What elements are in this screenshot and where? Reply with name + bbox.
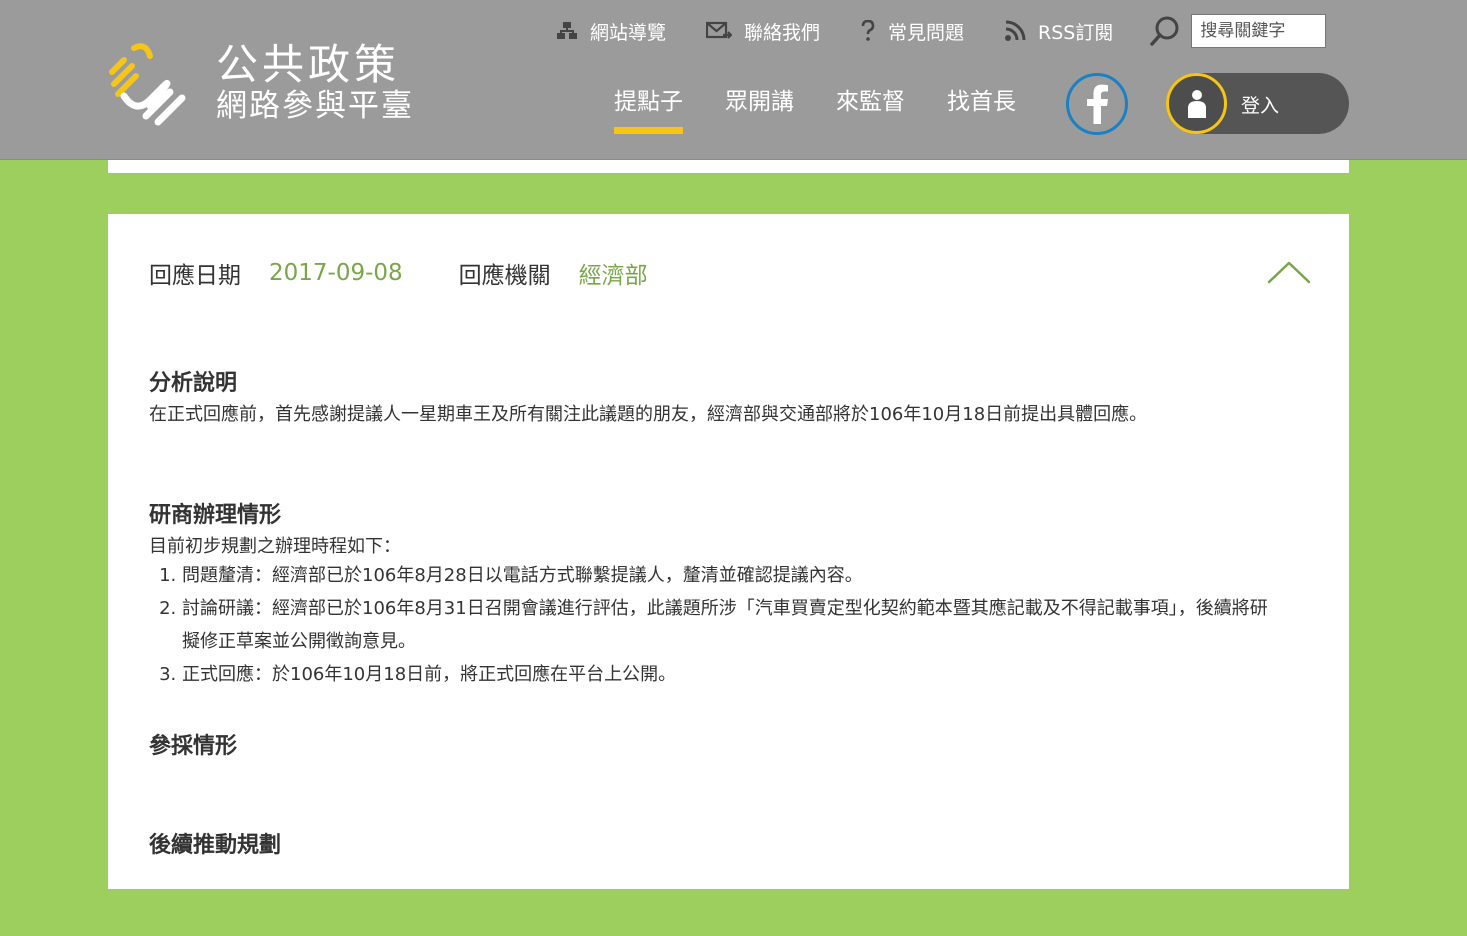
- search-input[interactable]: [1191, 14, 1327, 48]
- facebook-icon: [1087, 84, 1108, 124]
- util-sitemap-label: 網站導覽: [590, 21, 667, 44]
- chevron-up-icon[interactable]: [1266, 258, 1312, 286]
- analysis-title: 分析說明: [149, 371, 238, 396]
- util-rss-label: RSS訂閱: [1038, 21, 1114, 44]
- mail-icon: [706, 21, 733, 39]
- facebook-button[interactable]: [1066, 73, 1128, 135]
- response-card: 回應日期 2017-09-08 回應機關 經濟部 分析說明 在正式回應前，首先感…: [108, 214, 1349, 889]
- response-date-label: 回應日期: [149, 263, 241, 289]
- util-rss-link[interactable]: RSS訂閱: [1004, 18, 1113, 45]
- logo-subtitle: 網路參與平臺: [216, 88, 414, 124]
- logo-mark-icon: [109, 43, 186, 126]
- search-icon[interactable]: [1149, 15, 1181, 47]
- nav-monitor[interactable]: 來監督: [836, 82, 905, 130]
- utility-nav: 網站導覽 聯絡我們 常見問題 RSS訂閱: [556, 14, 1327, 48]
- progress-step: 正式回應：於106年10月18日前，將正式回應在平台上公開。: [182, 658, 1279, 691]
- previous-card-edge: [108, 160, 1349, 173]
- progress-step: 問題釐清：經濟部已於106年8月28日以電話方式聯繫提議人，釐清並確認提議內容。: [182, 559, 1279, 592]
- progress-steps: 問題釐清：經濟部已於106年8月28日以電話方式聯繫提議人，釐清並確認提議內容。…: [149, 559, 1279, 691]
- nav-public-discussion[interactable]: 眾開講: [725, 82, 794, 130]
- adoption-title: 參採情形: [149, 734, 238, 759]
- nav-find-officials[interactable]: 找首長: [947, 82, 1016, 130]
- rss-icon: [1005, 20, 1026, 41]
- user-icon: [1187, 89, 1206, 118]
- response-meta: 回應日期 2017-09-08 回應機關 經濟部: [149, 256, 648, 290]
- login-button[interactable]: 登入: [1166, 73, 1349, 134]
- question-icon: [861, 20, 875, 41]
- response-agency-value: 經濟部: [578, 263, 648, 289]
- follow-up-title: 後續推動規劃: [149, 833, 282, 858]
- sitemap-icon: [557, 22, 577, 39]
- site-logo[interactable]: 公共政策 網路參與平臺: [106, 38, 416, 130]
- main-nav: 提點子 眾開講 來監督 找首長: [614, 82, 1058, 134]
- util-faq-label: 常見問題: [888, 21, 965, 44]
- logo-title: 公共政策: [216, 40, 401, 89]
- login-label: 登入: [1241, 95, 1280, 117]
- nav-propose-ideas[interactable]: 提點子: [614, 82, 683, 134]
- response-date-value: 2017-09-08: [269, 260, 403, 286]
- login-avatar: [1166, 73, 1227, 134]
- progress-intro: 目前初步規劃之辦理時程如下：: [149, 536, 401, 557]
- util-contact-label: 聯絡我們: [744, 21, 821, 44]
- site-header: 公共政策 網路參與平臺 網站導覽 聯絡我們 常見問題 RSS訂閱 搜尋關鍵字 提…: [0, 0, 1467, 160]
- util-faq-link[interactable]: 常見問題: [860, 18, 964, 45]
- analysis-text: 在正式回應前，首先感謝提議人一星期車王及所有關注此議題的朋友，經濟部與交通部將於…: [149, 404, 1148, 425]
- util-sitemap-link[interactable]: 網站導覽: [556, 18, 666, 45]
- response-agency-label: 回應機關: [458, 263, 551, 289]
- util-contact-link[interactable]: 聯絡我們: [706, 18, 820, 45]
- progress-step: 討論研議：經濟部已於106年8月31日召開會議進行評估，此議題所涉「汽車買賣定型…: [182, 592, 1279, 658]
- progress-title: 研商辦理情形: [149, 503, 282, 528]
